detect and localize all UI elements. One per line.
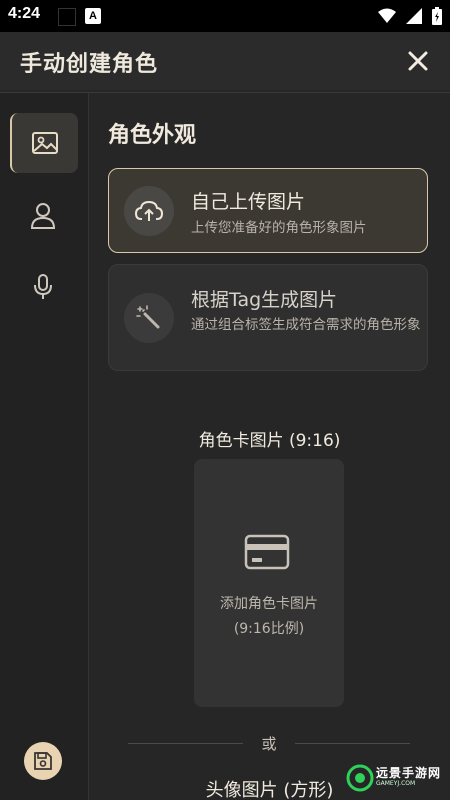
battery-icon [432, 7, 442, 25]
card-image-upload[interactable]: 添加角色卡图片 (9:16比例) [194, 459, 344, 707]
sidebar-item-voice[interactable] [10, 257, 76, 317]
close-button[interactable] [404, 47, 432, 75]
wifi-icon [378, 8, 396, 23]
app-header: 手动创建角色 [0, 32, 450, 90]
notification-icon [58, 8, 76, 26]
or-text: 或 [261, 735, 277, 753]
sidebar [0, 93, 89, 800]
option-icon-wrap [124, 186, 174, 236]
status-time: 4:24 [8, 5, 41, 22]
card-icon-wrap [244, 534, 290, 574]
magic-wand-icon [136, 305, 160, 329]
watermark: 远景手游网 GAMEYJ.COM [346, 762, 444, 796]
option-description: 上传您准备好的角色形象图片 [191, 220, 367, 236]
watermark-text: 远景手游网 [376, 766, 442, 780]
card-upload-line1: 添加角色卡图片 [220, 596, 318, 612]
option-generate-from-tags[interactable]: 根据Tag生成图片 通过组合标签生成符合需求的角色形象 [108, 264, 428, 371]
card-icon [244, 534, 290, 570]
main-content: 角色外观 自己上传图片 上传您准备好的角色形象图片 根据Tag生成图片 通过组合… [89, 93, 450, 800]
option-icon-wrap [124, 293, 174, 343]
option-title: 根据Tag生成图片 [191, 289, 338, 311]
option-upload-image[interactable]: 自己上传图片 上传您准备好的角色形象图片 [108, 168, 428, 253]
watermark-logo-icon [346, 764, 374, 792]
page-title: 手动创建角色 [20, 52, 159, 77]
cloud-upload-icon [134, 200, 164, 221]
option-title: 自己上传图片 [191, 191, 306, 213]
person-icon [30, 203, 56, 229]
sidebar-item-appearance[interactable] [10, 113, 78, 173]
save-icon [34, 752, 52, 770]
status-bar: 4:24 A [0, 0, 450, 32]
image-icon [32, 132, 58, 154]
save-button[interactable] [24, 742, 62, 780]
card-upload-text: 添加角色卡图片 (9:16比例) [194, 592, 344, 642]
app-badge-icon: A [85, 8, 101, 24]
watermark-sub: GAMEYJ.COM [376, 780, 416, 787]
microphone-icon [34, 274, 52, 299]
sidebar-item-profile[interactable] [10, 185, 76, 245]
card-upload-line2: (9:16比例) [233, 621, 305, 637]
section-title: 角色外观 [108, 123, 197, 148]
or-divider: 或 [128, 733, 410, 753]
card-image-label: 角色卡图片 (9:16) [198, 431, 341, 451]
close-icon [408, 51, 428, 71]
signal-icon [406, 8, 422, 24]
option-description: 通过组合标签生成符合需求的角色形象 [191, 317, 421, 333]
status-icons [378, 7, 442, 25]
